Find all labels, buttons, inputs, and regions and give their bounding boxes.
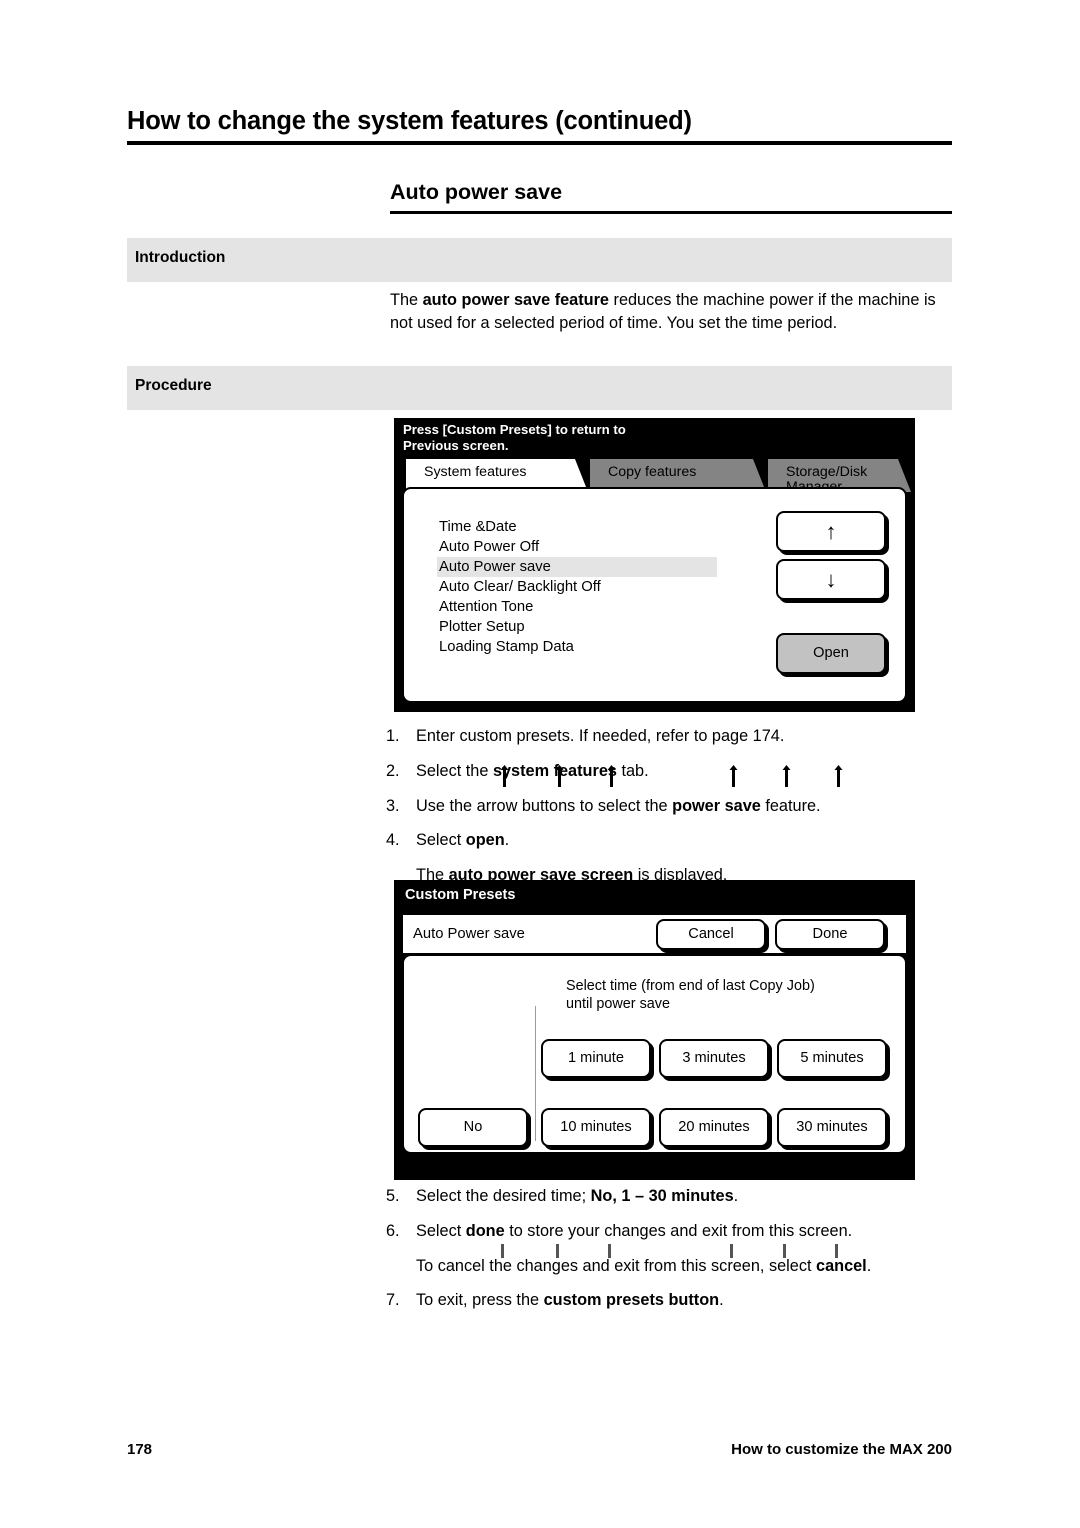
step-text: Enter custom presets. If needed, refer t… xyxy=(416,725,958,748)
step-number: 6. xyxy=(386,1221,400,1240)
step-bold: power save xyxy=(672,796,761,815)
procedure-steps-second: 5. Select the desired time; No, 1 – 30 m… xyxy=(386,1185,958,1324)
time-option-5-minutes[interactable]: 5 minutes xyxy=(777,1039,887,1078)
step-item: 7. To exit, press the custom presets but… xyxy=(386,1289,958,1312)
step-note-text-2: . xyxy=(866,1256,872,1275)
step-number: 5. xyxy=(386,1187,400,1205)
screen-two-title: Custom Presets xyxy=(405,887,516,903)
step-note-text-1: To cancel the changes and exit from this… xyxy=(416,1256,817,1275)
list-item[interactable]: Plotter Setup xyxy=(437,617,717,637)
step-text-1: Select xyxy=(416,831,466,850)
procedure-steps-first: 1. Enter custom presets. If needed, refe… xyxy=(386,725,958,899)
step-text: Select the system features tab. xyxy=(416,760,958,783)
step-number: 2. xyxy=(386,761,400,780)
time-option-1-minute[interactable]: 1 minute xyxy=(541,1039,651,1078)
step-text-2: to store your changes and exit from this… xyxy=(504,1221,853,1240)
step-item: 2. Select the system features tab. xyxy=(386,760,958,783)
list-item[interactable]: Auto Power Off xyxy=(437,537,717,557)
figure-system-features-screen: Press [Custom Presets] to return to Prev… xyxy=(394,418,915,787)
section-rule xyxy=(390,210,952,214)
header-rule xyxy=(127,140,952,145)
intro-bold-1: auto power save feature xyxy=(422,291,609,309)
band-procedure: Procedure xyxy=(127,366,952,410)
footer-page-number: 178 xyxy=(127,1441,153,1458)
step-text-2: . xyxy=(733,1187,739,1205)
page-footer: 178 How to customize the MAX 200 xyxy=(127,1441,952,1463)
time-option-grid: 1 minute 3 minutes 5 minutes No 10 minut… xyxy=(404,956,905,1152)
scroll-down-button[interactable]: ↓ xyxy=(776,559,886,600)
footer-book-title: How to customize the MAX 200 xyxy=(731,1441,952,1458)
page-title: How to change the system features (conti… xyxy=(127,107,692,135)
time-option-20-minutes[interactable]: 20 minutes xyxy=(659,1108,769,1147)
section-title: Auto power save xyxy=(390,180,563,204)
band-introduction: Introduction xyxy=(127,238,952,282)
step-bold: system features xyxy=(492,761,617,780)
intro-text-1: The xyxy=(390,291,423,309)
step-item: 1. Enter custom presets. If needed, refe… xyxy=(386,725,958,748)
step-text-1: To exit, press the xyxy=(416,1291,544,1310)
band-introduction-label: Introduction xyxy=(135,249,226,266)
screen-banner-text: Press [Custom Presets] to return to Prev… xyxy=(403,422,626,453)
up-arrow-icon: ↑ xyxy=(825,518,837,544)
cancel-button[interactable]: Cancel xyxy=(656,919,766,950)
list-item[interactable]: Auto Clear/ Backlight Off xyxy=(437,577,717,597)
list-item[interactable]: Auto Power save xyxy=(437,557,717,577)
down-arrow-icon: ↓ xyxy=(825,566,837,592)
step-bold: done xyxy=(465,1221,505,1240)
figure-auto-power-save-screen: Custom Presets Auto Power save Cancel Do… xyxy=(394,880,915,1258)
step-text-1: Select the xyxy=(416,761,493,780)
step-number: 1. xyxy=(386,727,400,745)
step-text-1: Enter custom presets. If needed, refer t… xyxy=(416,727,785,745)
step-bold: open xyxy=(465,831,505,850)
introduction-paragraph: The auto power save feature reduces the … xyxy=(390,289,950,335)
list-item[interactable]: Time &Date xyxy=(437,517,717,537)
step-text-2: . xyxy=(719,1291,724,1310)
step-text-2: tab. xyxy=(616,761,649,780)
step-number: 3. xyxy=(386,796,400,815)
band-procedure-label: Procedure xyxy=(135,377,212,394)
screen-two-subheader: Auto Power save Cancel Done xyxy=(402,914,907,954)
step-text: Select done to store your changes and ex… xyxy=(416,1220,958,1243)
time-option-30-minutes[interactable]: 30 minutes xyxy=(777,1108,887,1147)
time-option-10-minutes[interactable]: 10 minutes xyxy=(541,1108,651,1147)
list-item[interactable]: Loading Stamp Data xyxy=(437,637,717,657)
document-page: How to change the system features (conti… xyxy=(0,0,1080,1528)
section-header: Auto power save xyxy=(390,180,952,214)
step-text: Use the arrow buttons to select the powe… xyxy=(416,795,958,818)
step-item: 4. Select open. xyxy=(386,829,958,852)
step-text-1: Select the desired time; xyxy=(416,1187,591,1205)
done-button[interactable]: Done xyxy=(775,919,885,950)
step-text: Select the desired time; No, 1 – 30 minu… xyxy=(416,1185,958,1208)
feature-list: Time &Date Auto Power Off Auto Power sav… xyxy=(437,517,717,657)
list-item[interactable]: Attention Tone xyxy=(437,597,717,617)
step-note-bold: cancel xyxy=(816,1256,867,1275)
step-item: 3. Use the arrow buttons to select the p… xyxy=(386,795,958,818)
step-item: 6. Select done to store your changes and… xyxy=(386,1220,958,1243)
subheader-label: Auto Power save xyxy=(413,926,525,942)
time-option-no[interactable]: No xyxy=(418,1108,528,1147)
open-button[interactable]: Open xyxy=(776,633,886,674)
step-text-1: Use the arrow buttons to select the xyxy=(416,796,673,815)
step-text: To exit, press the custom presets button… xyxy=(416,1289,958,1312)
step-text-2: feature. xyxy=(760,796,821,815)
screen-one-panel: Time &Date Auto Power Off Auto Power sav… xyxy=(402,487,907,787)
time-option-3-minutes[interactable]: 3 minutes xyxy=(659,1039,769,1078)
step-bold: No, 1 – 30 minutes xyxy=(590,1187,734,1205)
scroll-up-button[interactable]: ↑ xyxy=(776,511,886,552)
step-text: Select open. xyxy=(416,829,958,852)
screen-two-panel: Select time (from end of last Copy Job) … xyxy=(402,954,907,1258)
step-item: 5. Select the desired time; No, 1 – 30 m… xyxy=(386,1185,958,1208)
step-number: 4. xyxy=(386,831,400,850)
step-number: 7. xyxy=(386,1291,400,1310)
page-header: How to change the system features (conti… xyxy=(127,107,952,145)
step-text-1: Select xyxy=(416,1221,466,1240)
step-note: To cancel the changes and exit from this… xyxy=(416,1255,958,1278)
step-text-2: . xyxy=(504,831,510,850)
step-bold: custom presets button xyxy=(543,1291,720,1310)
